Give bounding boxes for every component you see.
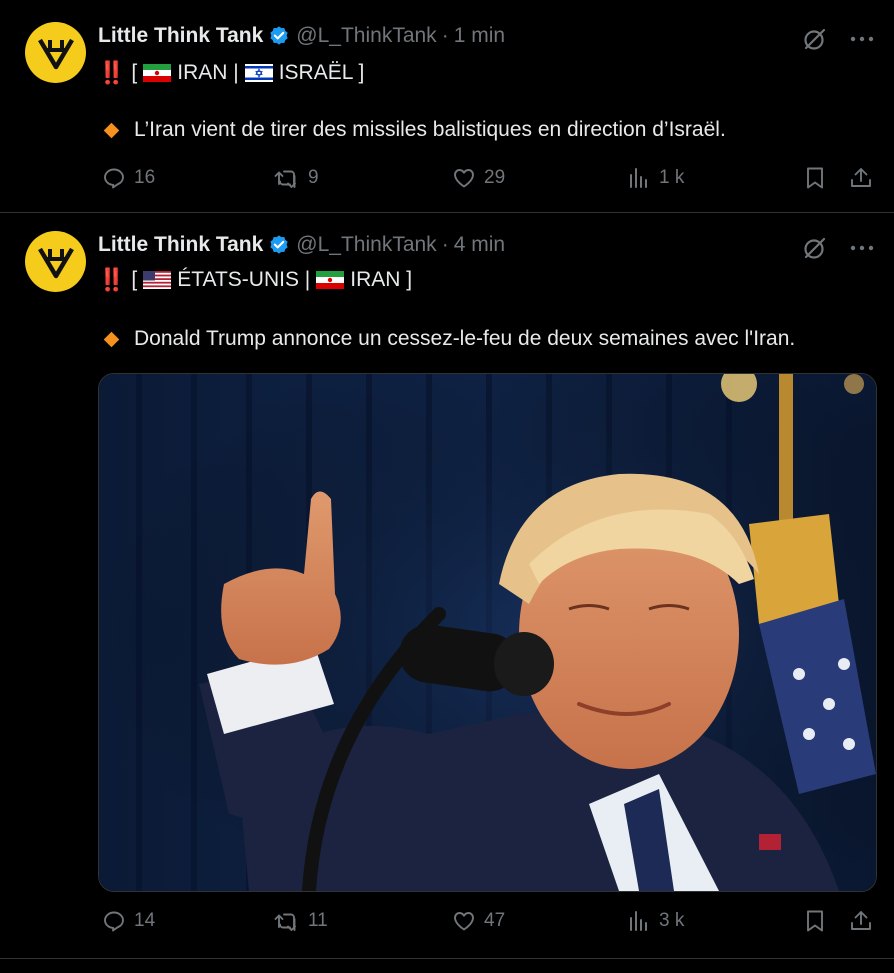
orange-diamond-icon [103, 122, 120, 138]
author-handle[interactable]: @L_ThinkTank [296, 233, 436, 257]
usa-flag-icon [143, 271, 172, 289]
reply-icon [104, 168, 124, 189]
views-count: 1 k [659, 167, 685, 188]
like-count: 29 [484, 167, 506, 188]
tag-israel: ISRAËL ] [278, 61, 365, 84]
tweet-text: L’Iran vient de tirer des missiles balis… [98, 118, 726, 142]
tag-open: [ [131, 268, 138, 291]
share-icon [851, 168, 871, 187]
like-button[interactable]: 47 [452, 909, 505, 933]
tweet-text: Donald Trump annonce un cessez-le-feu de… [98, 327, 795, 351]
tweet[interactable]: Little Think Tank @L_ThinkTank · 1 min ‼… [0, 0, 894, 213]
tweet-tags: ‼️ [ IRAN | ISRAËL ] [98, 60, 364, 86]
repost-icon [274, 913, 296, 931]
separator: · [441, 233, 449, 256]
like-count: 47 [484, 910, 506, 931]
like-button[interactable]: 29 [452, 166, 505, 190]
reply-count: 14 [134, 910, 156, 931]
separator: · [441, 24, 449, 47]
more-icon[interactable] [850, 35, 874, 43]
views-count: 3 k [659, 910, 685, 931]
tweet-body: L’Iran vient de tirer des missiles balis… [134, 118, 726, 141]
bookmark-button[interactable] [804, 166, 826, 190]
tag-open: [ [131, 61, 138, 84]
bookmark-icon [807, 167, 823, 189]
repost-count: 11 [308, 910, 328, 931]
alert-icon: ‼️ [98, 267, 125, 292]
tweet-tags: ‼️ [ ÉTATS-UNIS | IRAN ] [98, 267, 412, 293]
alert-icon: ‼️ [98, 60, 125, 85]
tweet-actions: 16 9 29 1 k [98, 166, 875, 196]
repost-icon [274, 170, 296, 188]
share-icon [851, 911, 871, 930]
tag-usa: ÉTATS-UNIS | [177, 268, 311, 291]
bookmark-icon [807, 910, 823, 932]
iran-flag-icon [316, 271, 345, 289]
author-name[interactable]: Little Think Tank [98, 233, 263, 257]
tweet-top-actions [802, 235, 874, 261]
repost-button[interactable]: 11 [274, 909, 328, 933]
grok-icon[interactable] [802, 26, 828, 52]
logo-icon [37, 247, 74, 278]
reply-count: 16 [134, 167, 156, 188]
verified-badge-icon [268, 25, 290, 47]
reply-icon [104, 911, 124, 932]
timestamp[interactable]: 4 min [454, 233, 505, 257]
avatar[interactable] [25, 22, 86, 83]
tweet-body: Donald Trump annonce un cessez-le-feu de… [134, 327, 796, 350]
repost-count: 9 [308, 167, 319, 188]
tweet-top-actions [802, 26, 874, 52]
share-button[interactable] [849, 909, 873, 933]
iran-flag-icon [143, 64, 172, 82]
tweet[interactable]: Little Think Tank @L_ThinkTank · 4 min ‼… [0, 213, 894, 959]
more-icon[interactable] [850, 244, 874, 252]
reply-button[interactable]: 16 [102, 166, 155, 190]
views-icon [630, 911, 647, 931]
verified-badge-icon [268, 234, 290, 256]
author-name[interactable]: Little Think Tank [98, 24, 263, 48]
tweet-header: Little Think Tank @L_ThinkTank · 4 min [98, 233, 505, 257]
israel-flag-icon [244, 64, 273, 82]
views-icon [630, 168, 647, 188]
tweet-header: Little Think Tank @L_ThinkTank · 1 min [98, 24, 505, 48]
share-button[interactable] [849, 166, 873, 190]
logo-icon [37, 38, 74, 69]
press-conference-photo [99, 374, 876, 891]
timestamp[interactable]: 1 min [454, 24, 505, 48]
tweet-actions: 14 11 47 3 k [98, 909, 875, 939]
grok-icon[interactable] [802, 235, 828, 261]
like-icon [454, 169, 474, 188]
views-button[interactable]: 3 k [629, 909, 684, 933]
views-button[interactable]: 1 k [629, 166, 684, 190]
tweet-photo[interactable] [98, 373, 877, 892]
orange-diamond-icon [103, 331, 120, 347]
repost-button[interactable]: 9 [274, 166, 319, 190]
reply-button[interactable]: 14 [102, 909, 155, 933]
tag-iran: IRAN ] [350, 268, 413, 291]
avatar[interactable] [25, 231, 86, 292]
bookmark-button[interactable] [804, 909, 826, 933]
tag-iran: IRAN | [177, 61, 239, 84]
author-handle[interactable]: @L_ThinkTank [296, 24, 436, 48]
timeline: Little Think Tank @L_ThinkTank · 1 min ‼… [0, 0, 894, 973]
like-icon [454, 912, 474, 931]
